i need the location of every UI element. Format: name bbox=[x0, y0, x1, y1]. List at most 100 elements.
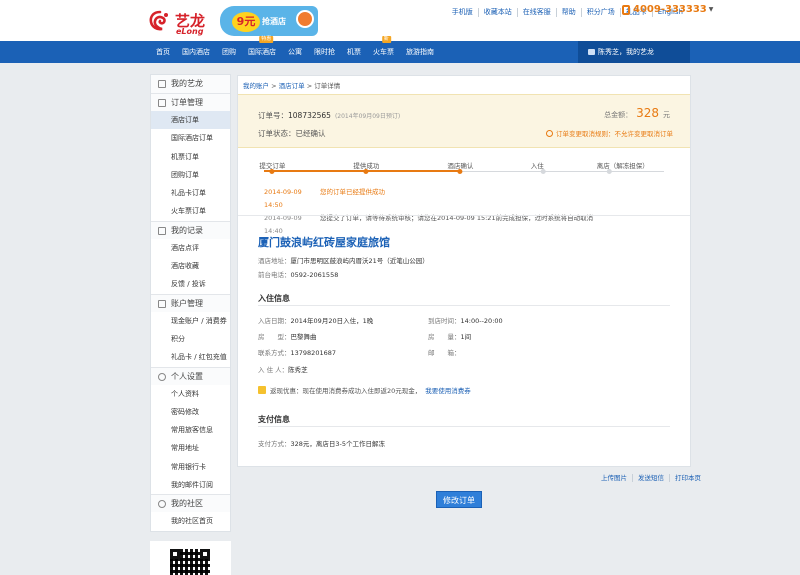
sidebar-item-points[interactable]: 积分 bbox=[151, 330, 230, 348]
progress-step: 提交订单 bbox=[259, 160, 285, 174]
sidebar-item-travelers[interactable]: 常用旅客信息 bbox=[151, 421, 230, 439]
top-header: 艺龙 eLong 9元 抢酒店 手机版 收藏本站 在线客服 帮助 积分广场 礼品… bbox=[0, 0, 800, 41]
sidebar-item-train-orders[interactable]: 火车票订单 bbox=[151, 202, 230, 220]
sidebar-head-settings[interactable]: 个人设置 bbox=[151, 366, 230, 385]
order-progress: 提交订单 提供成功 酒店确认 入住 离店（解冻担保） bbox=[259, 160, 667, 180]
clock-icon bbox=[546, 129, 553, 137]
cancel-policy: 订单变更取消规则： 不允许变更取消订单 bbox=[546, 128, 673, 138]
nav-train[interactable]: 火车票新 bbox=[367, 36, 400, 63]
breadcrumb-current: 订单详情 bbox=[314, 82, 341, 90]
nav-badge: 新 bbox=[381, 36, 391, 43]
promo-mascot-icon bbox=[296, 10, 314, 28]
order-summary: 订单号：108732565 (2014年09月09日预订) 订单状态：已经确认 总… bbox=[238, 94, 690, 148]
sidebar-head-records[interactable]: 我的记录 bbox=[151, 220, 230, 239]
hotline[interactable]: 4009-333333 ▼ bbox=[622, 4, 713, 15]
payment-method: 支付方式：328元，离店日3-5个工作日解冻 bbox=[258, 440, 386, 448]
elong-logo[interactable]: 艺龙 eLong bbox=[148, 7, 218, 36]
nav-intl-hotel[interactable]: 国际酒店 特惠 bbox=[242, 36, 282, 63]
nav-travel-guide[interactable]: 旅游指南 bbox=[400, 41, 440, 63]
modify-order-button[interactable]: 修改订单 bbox=[436, 491, 482, 508]
order-total-amount: 328 bbox=[636, 106, 659, 120]
sidebar-item-intl-hotel-orders[interactable]: 国际酒店订单 bbox=[151, 129, 230, 147]
sidebar-item-community-home[interactable]: 我的社区首页 bbox=[151, 512, 230, 530]
sidebar-item-giftcard-recharge[interactable]: 礼品卡 / 红包充值 bbox=[151, 348, 230, 366]
order-date-note: (2014年09月09日预订) bbox=[334, 113, 401, 120]
sidebar-section: 我的记录 酒店点评 酒店收藏 反馈 / 投诉 bbox=[151, 220, 230, 294]
checkin-date: 入店日期：2014年09月20日入住，1晚 bbox=[258, 317, 374, 325]
checkin-section-title: 入住信息 bbox=[258, 294, 290, 303]
arrive-time: 到店时间：14:00--20:00 bbox=[428, 317, 503, 325]
user-menu[interactable]: 陈秀芝，我的艺龙 bbox=[578, 41, 690, 63]
home-icon bbox=[158, 80, 166, 88]
wallet-icon bbox=[158, 299, 166, 308]
hotline-number: 4009-333333 bbox=[633, 4, 707, 15]
nav-groupon[interactable]: 团购 bbox=[216, 41, 242, 63]
sidebar-item-feedback[interactable]: 反馈 / 投诉 bbox=[151, 275, 230, 293]
top-link-help[interactable]: 帮助 bbox=[555, 7, 581, 17]
hotel-name[interactable]: 厦门鼓浪屿红砖屋家庭旅馆 bbox=[258, 234, 390, 250]
nav-home[interactable]: 首页 bbox=[150, 41, 176, 63]
top-link-mobile[interactable]: 手机版 bbox=[447, 8, 478, 17]
sidebar-section: 我的艺龙 bbox=[151, 75, 230, 93]
sidebar-item-subscriptions[interactable]: 我的邮件订阅 bbox=[151, 476, 230, 494]
breadcrumb-hotel-orders[interactable]: 酒店订单 bbox=[279, 82, 305, 90]
user-card-icon bbox=[588, 49, 595, 55]
sidebar-item-password[interactable]: 密码修改 bbox=[151, 403, 230, 421]
sidebar-item-reviews[interactable]: 酒店点评 bbox=[151, 239, 230, 257]
sidebar-section: 个人设置 个人资料 密码修改 常用旅客信息 常用地址 常用银行卡 我的邮件订阅 bbox=[151, 366, 230, 495]
progress-step: 酒店确认 bbox=[447, 160, 473, 174]
record-icon bbox=[158, 226, 166, 235]
chevron-down-icon: ▼ bbox=[708, 6, 714, 13]
order-detail-panel: 我的账户 > 酒店订单 > 订单详情 订单号：108732565 (2014年09… bbox=[237, 75, 691, 467]
progress-fill bbox=[264, 170, 460, 172]
sidebar-head-community[interactable]: 我的社区 bbox=[151, 494, 230, 513]
guest: 入 住 人：陈秀芝 bbox=[258, 366, 308, 374]
sidebar-head-account[interactable]: 账户管理 bbox=[151, 293, 230, 312]
breadcrumb-account[interactable]: 我的账户 bbox=[243, 82, 269, 90]
coupon-icon bbox=[258, 386, 266, 394]
hotel-address: 酒店地址：厦门市思明区鼓浪屿内厝沃21号（近笔山公园） bbox=[258, 257, 429, 265]
community-icon bbox=[158, 500, 166, 509]
sidebar-item-profile[interactable]: 个人资料 bbox=[151, 385, 230, 403]
nav-flights[interactable]: 机票 bbox=[341, 41, 367, 63]
email: 邮 箱： bbox=[428, 349, 461, 357]
top-link-points[interactable]: 积分广场 bbox=[580, 7, 620, 17]
sidebar-item-addresses[interactable]: 常用地址 bbox=[151, 439, 230, 457]
payment-section-title: 支付信息 bbox=[258, 415, 290, 424]
sidebar-item-bank-cards[interactable]: 常用银行卡 bbox=[151, 458, 230, 476]
sidebar-head-orders[interactable]: 订单管理 bbox=[151, 93, 230, 111]
nav-flash-sale[interactable]: 限时抢 bbox=[308, 41, 341, 63]
contact: 联系方式：13798201687 bbox=[258, 349, 336, 357]
nav-domestic-hotel[interactable]: 国内酒店 bbox=[176, 41, 216, 63]
use-coupon-link[interactable]: 我要使用消费券 bbox=[425, 385, 471, 395]
elong-logo-mark-icon bbox=[149, 10, 168, 31]
sidebar-item-giftcard-orders[interactable]: 礼品卡订单 bbox=[151, 184, 230, 202]
sidebar-item-favorites[interactable]: 酒店收藏 bbox=[151, 257, 230, 275]
sidebar-section: 我的社区 我的社区首页 bbox=[151, 494, 230, 530]
top-link-service[interactable]: 在线客服 bbox=[516, 7, 556, 17]
user-icon bbox=[158, 372, 166, 381]
progress-step: 离店（解冻担保） bbox=[597, 160, 649, 174]
room-qty: 房 量：1间 bbox=[428, 333, 472, 341]
nav-badge: 特惠 bbox=[259, 36, 274, 43]
send-sms-link[interactable]: 发送短信 bbox=[632, 474, 669, 482]
upload-image-link[interactable]: 上传图片 bbox=[596, 474, 632, 482]
progress-step: 提供成功 bbox=[353, 160, 379, 174]
sidebar-head-my-elong[interactable]: 我的艺龙 bbox=[151, 75, 230, 93]
promo-banner[interactable]: 9元 抢酒店 bbox=[220, 4, 320, 38]
sidebar-item-cash-account[interactable]: 现金账户 / 消费券 bbox=[151, 312, 230, 330]
sidebar-section: 账户管理 现金账户 / 消费券 积分 礼品卡 / 红包充值 bbox=[151, 293, 230, 367]
cashback-tip: 返现优惠： 现在使用消费券成功入住即返20元现金， 我要使用消费券 bbox=[258, 385, 471, 395]
sidebar-item-groupon-orders[interactable]: 团购订单 bbox=[151, 166, 230, 184]
nav-apartment[interactable]: 公寓 bbox=[282, 41, 308, 63]
sidebar-item-flight-orders[interactable]: 机票订单 bbox=[151, 148, 230, 166]
breadcrumb: 我的账户 > 酒店订单 > 订单详情 bbox=[243, 82, 341, 90]
order-total: 总金额： 328 元 bbox=[604, 106, 670, 120]
progress-step: 入住 bbox=[531, 160, 546, 174]
sidebar-item-hotel-orders[interactable]: 酒店订单 bbox=[151, 111, 230, 130]
top-link-bookmark[interactable]: 收藏本站 bbox=[477, 7, 517, 17]
order-number: 108732565 bbox=[288, 111, 331, 120]
user-greeting: 陈秀芝，我的艺龙 bbox=[598, 48, 654, 56]
promo-text: 抢酒店 bbox=[262, 17, 286, 26]
print-page-link[interactable]: 打印本页 bbox=[669, 474, 706, 482]
